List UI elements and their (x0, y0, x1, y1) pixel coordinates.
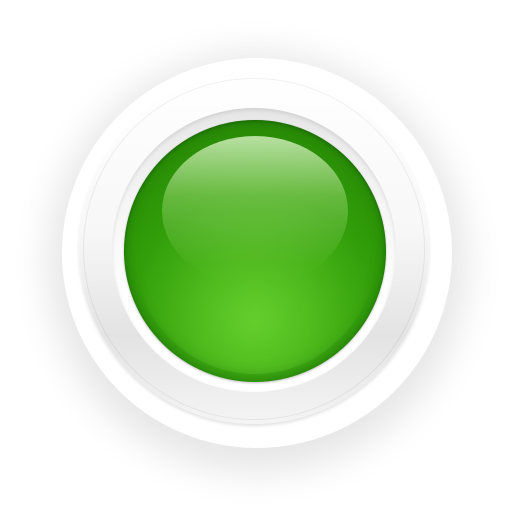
canvas (0, 0, 505, 505)
gloss-highlight (162, 136, 348, 286)
green-round-button[interactable] (124, 120, 386, 382)
button-label (124, 120, 125, 121)
